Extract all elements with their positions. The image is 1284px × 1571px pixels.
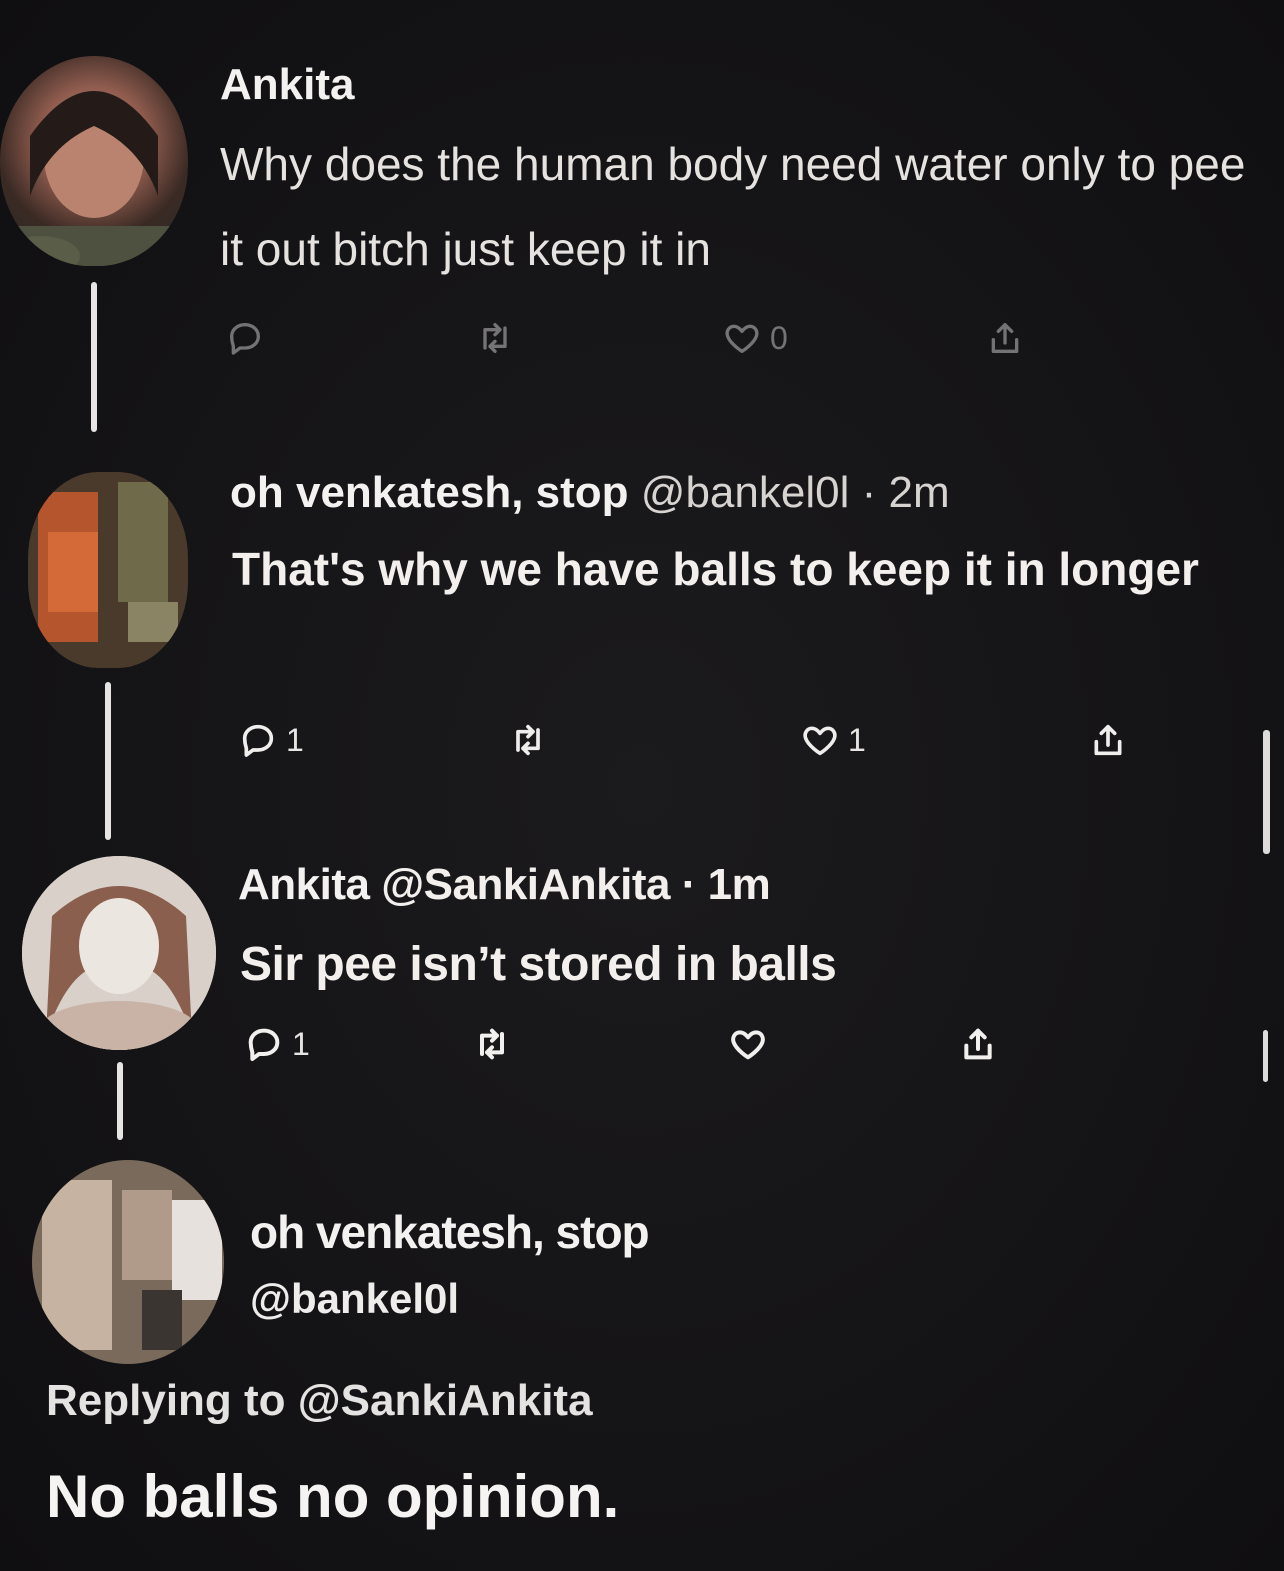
tweet-2[interactable]: oh venkatesh, stop @bankel0l · 2m That's… (0, 420, 1284, 840)
tweet-3[interactable]: Ankita @SankiAnkita · 1m Sir pee isn’t s… (0, 840, 1284, 1140)
tweet-text: Sir pee isn’t stored in balls (240, 938, 837, 991)
display-name[interactable]: oh venkatesh, stop (230, 468, 629, 517)
tweet-thread: Ankita Why does the human body need wate… (0, 0, 1284, 1571)
avatar-photo (22, 856, 216, 1050)
like-count: 0 (770, 319, 788, 356)
avatar-oh-venkatesh[interactable] (32, 1160, 224, 1364)
like-button[interactable]: 1 (800, 720, 866, 760)
retweet-icon (483, 323, 507, 353)
display-name[interactable]: oh venkatesh, stop (250, 1198, 650, 1267)
share-icon (964, 1028, 992, 1060)
avatar-photo (0, 91, 188, 266)
action-bar: 0 (225, 318, 1065, 368)
like-button[interactable]: 0 (722, 318, 788, 358)
user-handle[interactable]: @bankel0l (641, 468, 850, 517)
heart-icon (803, 726, 837, 756)
reply-button[interactable]: 1 (244, 1024, 310, 1064)
tweet-1[interactable]: Ankita Why does the human body need wate… (0, 0, 1284, 432)
action-bar: 1 (244, 1024, 1044, 1074)
avatar-photo (28, 472, 188, 668)
tweet-text: That's why we have balls to keep it in l… (232, 543, 1199, 595)
tweet-header: oh venkatesh, stop @bankel0l (250, 1198, 650, 1330)
reply-button[interactable] (225, 318, 265, 358)
heart-icon (725, 324, 759, 353)
tweet-text: No balls no opinion. (46, 1463, 620, 1530)
retweet-icon (480, 1028, 504, 1060)
retweet-button[interactable] (508, 720, 548, 760)
avatar-oh-venkatesh[interactable] (28, 472, 188, 668)
thread-connector (105, 682, 111, 840)
thread-connector (117, 1062, 123, 1140)
like-button[interactable] (728, 1024, 768, 1064)
tweet-header: Ankita (220, 60, 354, 110)
share-button[interactable] (1088, 720, 1128, 760)
share-button[interactable] (985, 318, 1025, 358)
share-button[interactable] (958, 1024, 998, 1064)
tweet-header: Ankita @SankiAnkita · 1m (238, 860, 771, 910)
scrollbar-thumb[interactable] (1263, 730, 1270, 854)
display-name[interactable]: Ankita (238, 860, 370, 909)
avatar-ankita[interactable] (22, 856, 216, 1050)
separator-dot: · (681, 860, 697, 909)
heart-icon (731, 1030, 765, 1060)
avatar-ankita[interactable] (0, 56, 188, 266)
display-name[interactable]: Ankita (220, 60, 354, 109)
like-count: 1 (848, 721, 866, 758)
reply-count: 1 (292, 1025, 310, 1062)
share-icon (1094, 724, 1122, 756)
retweet-icon (516, 724, 540, 756)
user-handle[interactable]: @bankel0l (250, 1267, 649, 1330)
thread-connector (91, 282, 97, 432)
reply-icon (242, 724, 274, 757)
timestamp[interactable]: 2m (888, 468, 949, 517)
retweet-button[interactable] (475, 318, 515, 358)
retweet-button[interactable] (472, 1024, 512, 1064)
user-handle[interactable]: @SankiAnkita (381, 860, 670, 909)
scrollbar-mark (1263, 1030, 1268, 1082)
action-bar: 1 1 (238, 720, 1158, 770)
reply-button[interactable]: 1 (238, 720, 304, 760)
replying-to-label[interactable]: Replying to @SankiAnkita (46, 1376, 593, 1426)
timestamp[interactable]: 1m (708, 860, 771, 909)
reply-icon (248, 1028, 280, 1061)
separator-dot: · (861, 468, 877, 517)
tweet-text: Why does the human body need water only … (220, 138, 1246, 276)
share-icon (991, 323, 1019, 353)
tweet-header: oh venkatesh, stop @bankel0l · 2m (230, 468, 950, 518)
reply-count: 1 (286, 721, 304, 758)
avatar-photo (32, 1160, 224, 1364)
reply-icon (230, 323, 260, 355)
